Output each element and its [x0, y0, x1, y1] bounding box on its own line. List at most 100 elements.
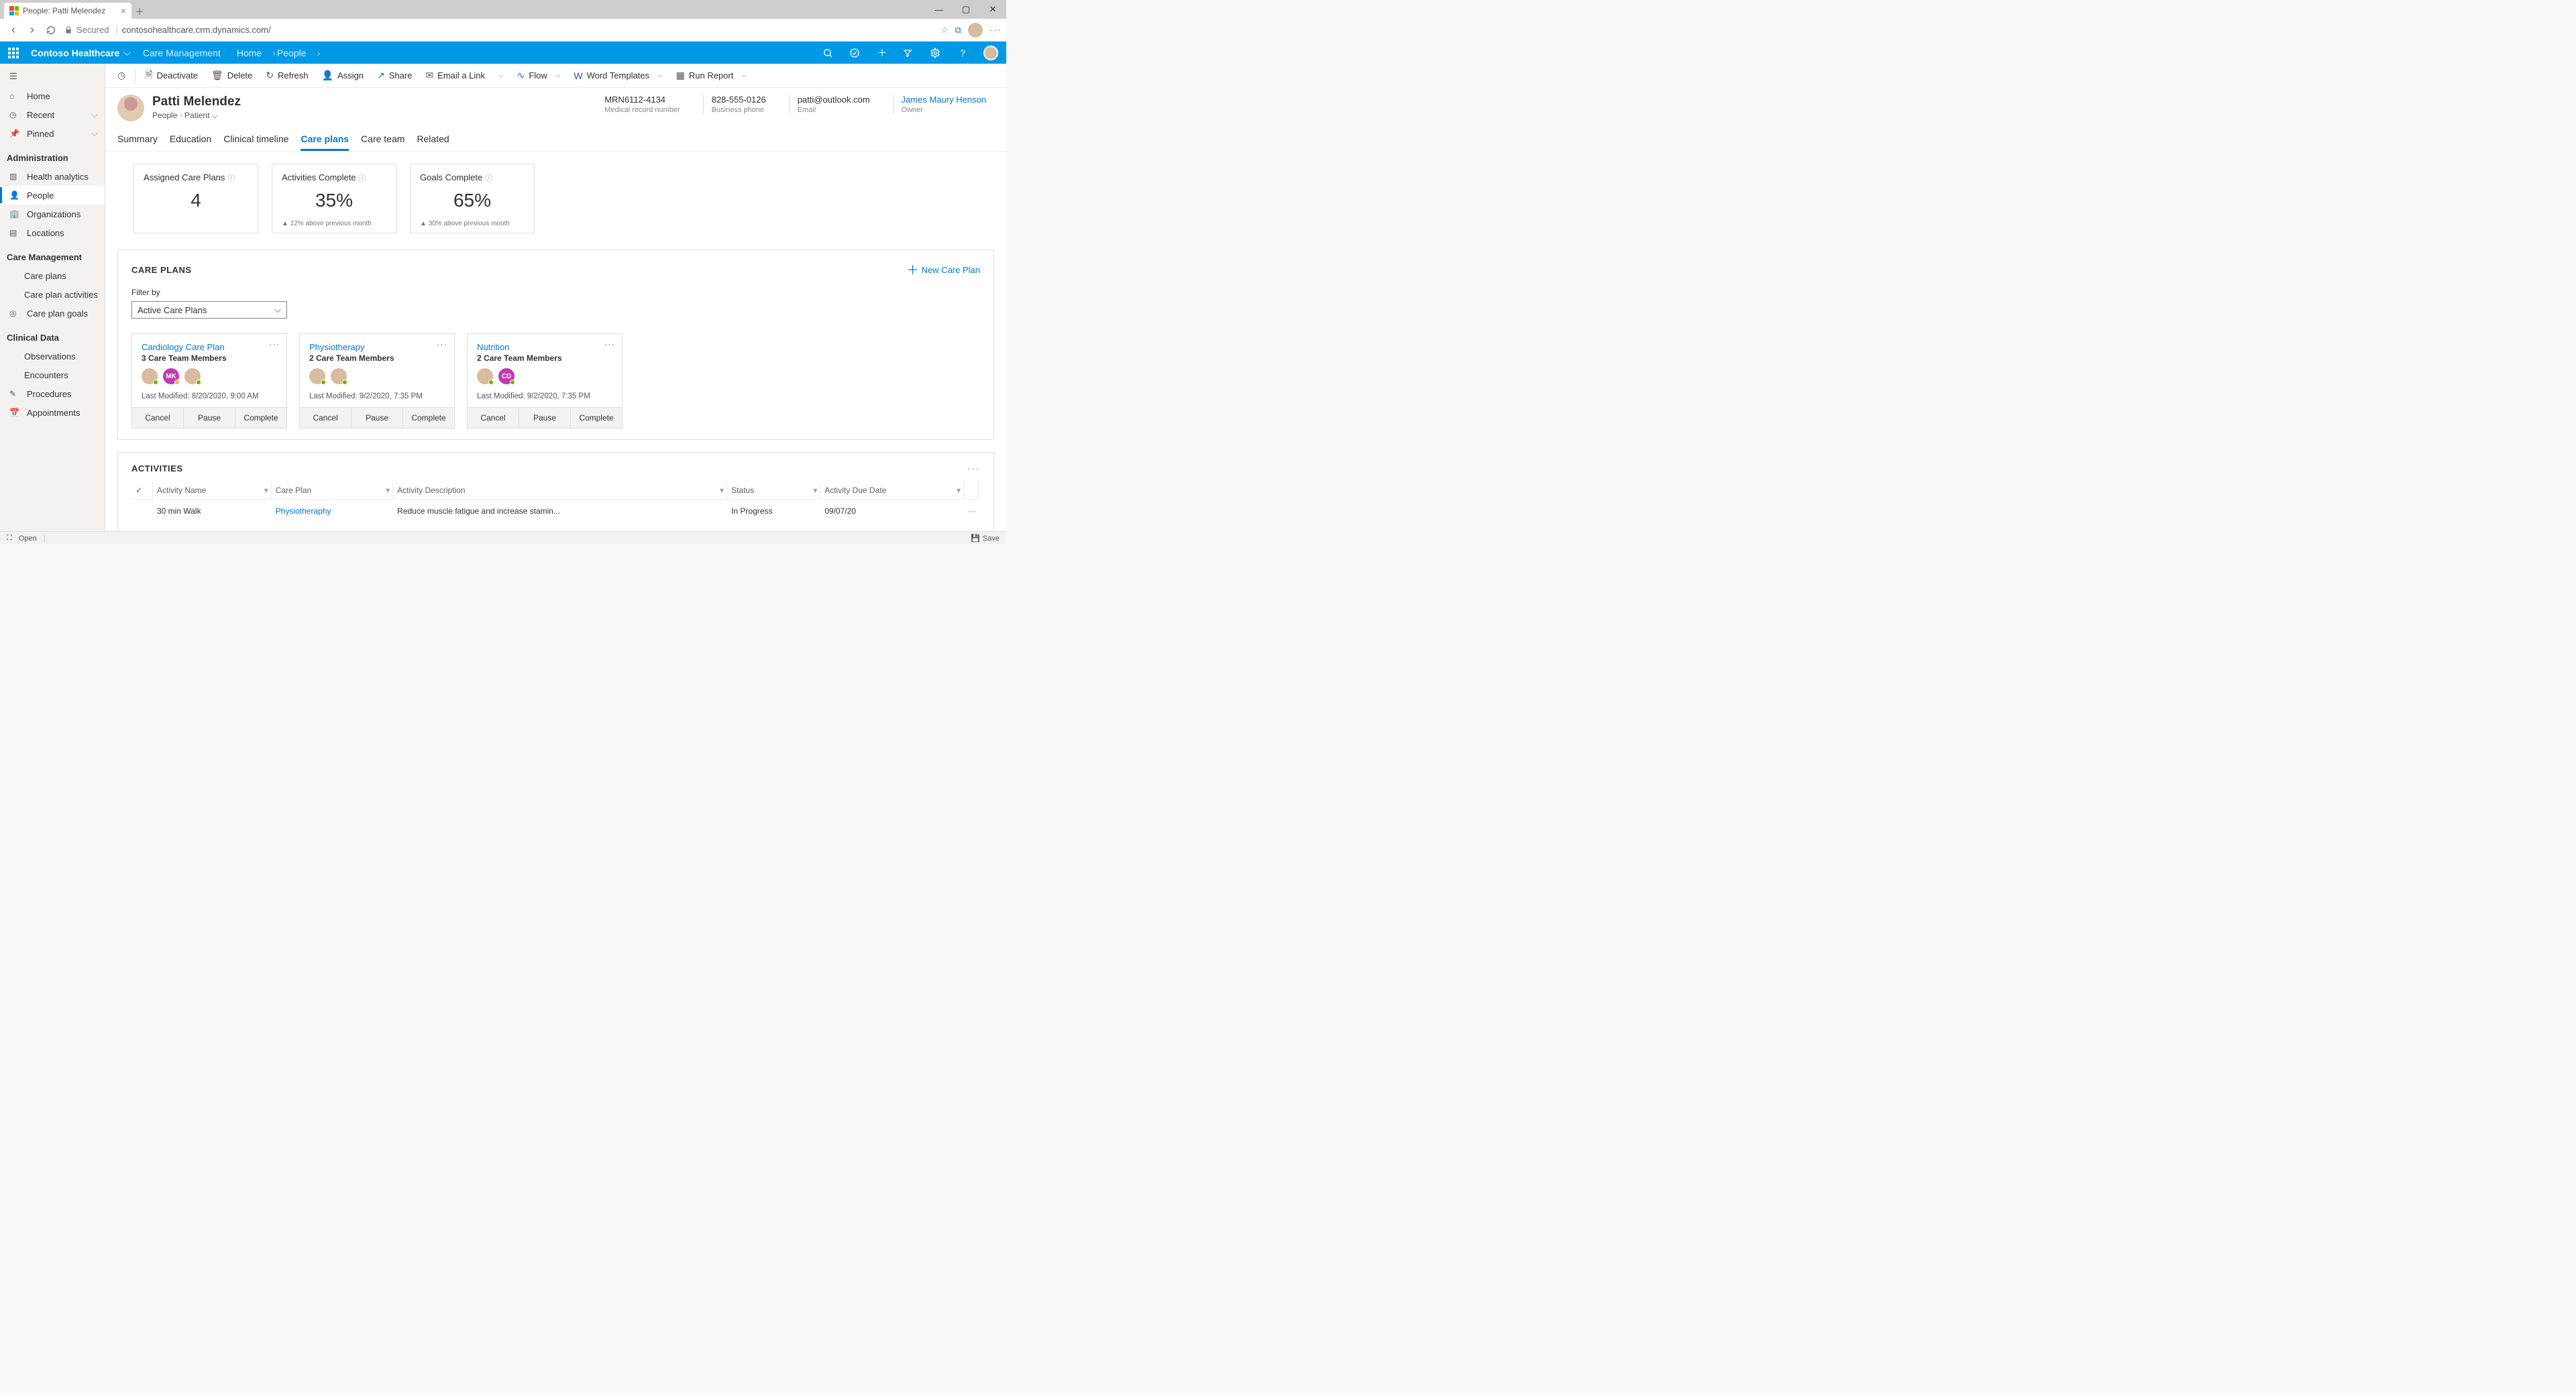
sidebar-item-organizations[interactable]: 🏢Organizations	[0, 205, 105, 223]
sidebar-item-care-plans[interactable]: Care plans	[0, 266, 105, 285]
tab-clinical-timeline[interactable]: Clinical timeline	[223, 129, 288, 151]
filter-icon[interactable]	[903, 48, 915, 58]
row-more-icon[interactable]: ···	[965, 501, 979, 521]
filter-icon[interactable]: ▾	[720, 486, 724, 495]
record-set-icon[interactable]: ◷	[112, 64, 131, 87]
care-plan-title-link[interactable]: Nutrition	[477, 342, 612, 352]
tab-care-team[interactable]: Care team	[361, 129, 405, 151]
cmd-refresh[interactable]: ↻Refresh	[260, 64, 313, 87]
patient-photo[interactable]	[117, 95, 144, 121]
cancel-button[interactable]: Cancel	[132, 408, 184, 428]
complete-button[interactable]: Complete	[403, 408, 454, 428]
user-avatar[interactable]	[983, 46, 998, 60]
cmd-email-link[interactable]: ✉Email a Link	[420, 64, 490, 87]
member-avatar[interactable]	[477, 368, 493, 384]
cmd-deactivate[interactable]: 🗎Deactivate	[140, 64, 203, 87]
cancel-button[interactable]: Cancel	[468, 408, 519, 428]
app-area[interactable]: Care Management	[143, 48, 221, 58]
tab-care-plans[interactable]: Care plans	[301, 129, 349, 151]
owner-link[interactable]: James Maury Henson	[902, 95, 986, 105]
new-tab-button[interactable]: ＋	[131, 3, 148, 19]
member-avatar[interactable]	[331, 368, 347, 384]
table-row[interactable]: 30 min Walk Physiotheraphy Reduce muscle…	[133, 501, 979, 521]
info-icon[interactable]: ⓘ	[485, 174, 492, 182]
sidebar-item-care-plan-goals[interactable]: ◎Care plan goals	[0, 304, 105, 323]
cmd-word-templates[interactable]: WWord Templates⌵	[568, 64, 667, 87]
maximize-button[interactable]: ▢	[953, 0, 979, 19]
pause-button[interactable]: Pause	[184, 408, 235, 428]
filter-icon[interactable]: ▾	[813, 486, 817, 495]
filter-icon[interactable]: ▾	[386, 486, 390, 495]
browser-more-icon[interactable]: ···	[989, 25, 1002, 35]
cmd-delete[interactable]: 🗑Delete	[206, 64, 258, 87]
back-button[interactable]	[4, 21, 23, 40]
activities-more-icon[interactable]: ···	[967, 463, 980, 473]
brand-chevron-icon[interactable]: ⌵	[123, 47, 131, 58]
pause-button[interactable]: Pause	[519, 408, 571, 428]
sidebar-item-health-analytics[interactable]: ▥Health analytics	[0, 167, 105, 186]
refresh-button[interactable]	[42, 21, 60, 40]
card-more-icon[interactable]: ···	[437, 339, 447, 349]
record-subtitle[interactable]: People · Patient ⌵	[152, 111, 241, 121]
popout-icon[interactable]: ⛶	[7, 534, 12, 543]
breadcrumb-people[interactable]: People	[277, 48, 307, 58]
cmd-flow[interactable]: ∿Flow⌵	[512, 64, 566, 87]
sidebar-item-procedures[interactable]: ✎Procedures	[0, 384, 105, 403]
sidebar-item-care-plan-activities[interactable]: Care plan activities	[0, 285, 105, 304]
save-icon[interactable]: 💾	[971, 534, 980, 543]
info-icon[interactable]: ⓘ	[359, 174, 366, 182]
care-plan-title-link[interactable]: Physiotherapy	[309, 342, 445, 352]
card-more-icon[interactable]: ···	[269, 339, 280, 349]
add-icon[interactable]: ＋	[876, 46, 888, 60]
close-tab-icon[interactable]: ×	[121, 5, 126, 16]
tab-related[interactable]: Related	[417, 129, 449, 151]
save-button[interactable]: Save	[983, 535, 1000, 543]
tab-summary[interactable]: Summary	[117, 129, 158, 151]
app-launcher-icon[interactable]	[8, 48, 19, 58]
care-plan-title-link[interactable]: Cardiology Care Plan	[142, 342, 277, 352]
col-activity-name[interactable]: Activity Name▾	[154, 482, 272, 500]
card-more-icon[interactable]: ···	[604, 339, 615, 349]
sidebar-item-encounters[interactable]: Encounters	[0, 366, 105, 384]
col-care-plan[interactable]: Care Plan▾	[273, 482, 393, 500]
cell-care-plan-link[interactable]: Physiotheraphy	[273, 501, 393, 521]
member-avatar[interactable]	[184, 368, 201, 384]
sidebar-item-observations[interactable]: Observations	[0, 347, 105, 366]
hamburger-icon[interactable]: ☰	[0, 66, 105, 87]
brand-name[interactable]: Contoso Healthcare	[31, 48, 119, 58]
filter-icon[interactable]: ▾	[957, 486, 961, 495]
breadcrumb-home[interactable]: Home	[237, 48, 262, 58]
task-icon[interactable]	[849, 48, 861, 58]
browser-tab[interactable]: People: Patti Melendez ×	[4, 3, 131, 19]
col-activity-desc[interactable]: Activity Description▾	[394, 482, 727, 500]
favorite-icon[interactable]: ☆	[941, 25, 949, 36]
cmd-share[interactable]: ↗Share	[372, 64, 417, 87]
sidebar-item-home[interactable]: ⌂Home	[0, 87, 105, 105]
filter-icon[interactable]: ▾	[264, 486, 268, 495]
extension-icon[interactable]: ⧉	[955, 25, 961, 36]
browser-profile-avatar[interactable]	[968, 23, 983, 38]
url-display[interactable]: Secured | contosohealthcare.crm.dynamics…	[64, 25, 271, 35]
sidebar-item-appointments[interactable]: 📅Appointments	[0, 403, 105, 422]
close-window-button[interactable]: ✕	[979, 0, 1006, 19]
filter-select[interactable]: Active Care Plans ⌵	[131, 301, 287, 319]
help-icon[interactable]: ?	[957, 48, 969, 58]
col-status[interactable]: Status▾	[729, 482, 820, 500]
forward-button[interactable]	[23, 21, 42, 40]
settings-icon[interactable]	[930, 48, 942, 58]
new-care-plan-button[interactable]: ＋New Care Plan	[907, 261, 980, 278]
tab-education[interactable]: Education	[170, 129, 211, 151]
info-icon[interactable]: ⓘ	[227, 174, 235, 182]
sidebar-item-people[interactable]: 👤People	[0, 186, 105, 205]
col-due[interactable]: Activity Due Date▾	[822, 482, 964, 500]
member-avatar[interactable]	[309, 368, 325, 384]
search-icon[interactable]	[822, 48, 835, 58]
sidebar-item-recent[interactable]: ◷Recent⌵	[0, 105, 105, 124]
member-avatar[interactable]	[142, 368, 158, 384]
cmd-run-report[interactable]: ▦Run Report⌵	[671, 64, 752, 87]
complete-button[interactable]: Complete	[571, 408, 622, 428]
sidebar-item-locations[interactable]: ▤Locations	[0, 223, 105, 242]
minimize-button[interactable]: —	[926, 0, 953, 19]
cancel-button[interactable]: Cancel	[300, 408, 352, 428]
member-avatar[interactable]: CD	[498, 368, 515, 384]
